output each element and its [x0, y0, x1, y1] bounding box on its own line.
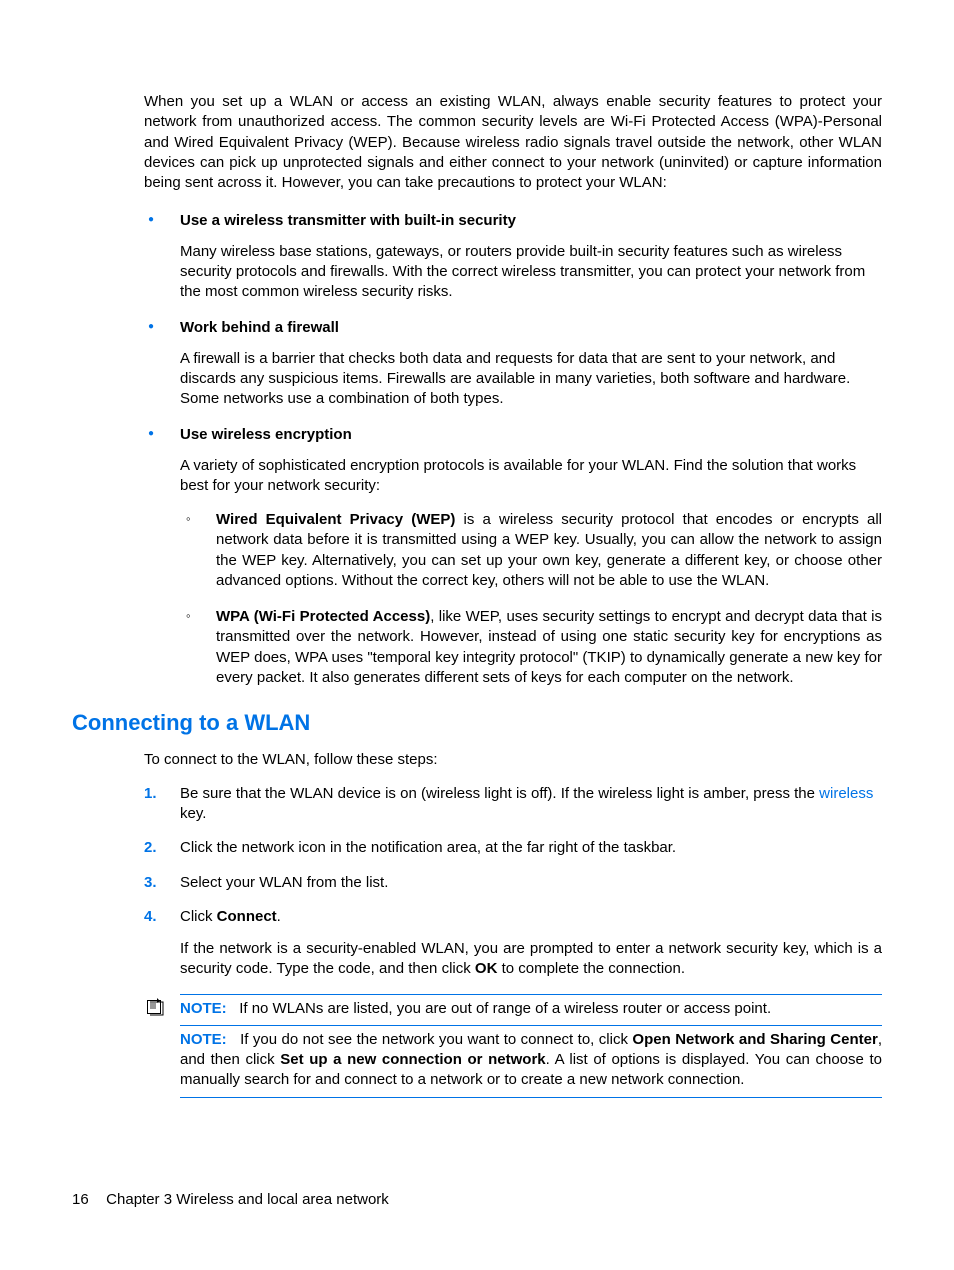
- subbullet-wpa: WPA (Wi-Fi Protected Access), like WEP, …: [180, 607, 882, 688]
- note-text: If no WLANs are listed, you are out of r…: [239, 1000, 771, 1017]
- connect-label: Connect: [217, 908, 277, 925]
- step-3: Select your WLAN from the list.: [144, 873, 882, 893]
- note-2: NOTE: If you do not see the network you …: [180, 1026, 882, 1098]
- encryption-sublist: Wired Equivalent Privacy (WEP) is a wire…: [180, 510, 882, 688]
- bullet-description: A variety of sophisticated encryption pr…: [180, 456, 882, 497]
- note-label: NOTE:: [180, 1031, 227, 1048]
- note-text: If you do not see the network you want t…: [240, 1031, 632, 1048]
- bullet-encryption: Use wireless encryption A variety of sop…: [144, 425, 882, 688]
- intro-paragraph: When you set up a WLAN or access an exis…: [144, 92, 882, 193]
- bullet-title: Work behind a firewall: [180, 318, 882, 338]
- section-heading-wrap: Connecting to a WLAN: [72, 708, 882, 738]
- content-area: When you set up a WLAN or access an exis…: [72, 92, 882, 1098]
- ok-label: OK: [475, 960, 498, 977]
- subbullet-term: WPA (Wi-Fi Protected Access): [216, 608, 430, 625]
- bullet-title: Use wireless encryption: [180, 425, 882, 445]
- subbullet-term: Wired Equivalent Privacy (WEP): [216, 511, 455, 528]
- step-text: Select your WLAN from the list.: [180, 874, 388, 891]
- notes-section: NOTE: If no WLANs are listed, you are ou…: [180, 994, 882, 1098]
- step-text: key.: [180, 805, 206, 822]
- page-number: 16: [72, 1190, 102, 1210]
- step-text: Be sure that the WLAN device is on (wire…: [180, 785, 819, 802]
- step-2: Click the network icon in the notificati…: [144, 838, 882, 858]
- step-4: Click Connect. If the network is a secur…: [144, 907, 882, 980]
- section-heading: Connecting to a WLAN: [72, 708, 882, 738]
- bullet-title: Use a wireless transmitter with built-in…: [180, 211, 882, 231]
- security-bullet-list: Use a wireless transmitter with built-in…: [144, 211, 882, 688]
- step-text: Click the network icon in the notificati…: [180, 839, 676, 856]
- document-page: When you set up a WLAN or access an exis…: [0, 0, 954, 1270]
- bullet-transmitter: Use a wireless transmitter with built-in…: [144, 211, 882, 302]
- step-followup: If the network is a security-enabled WLA…: [180, 939, 882, 980]
- note-1: NOTE: If no WLANs are listed, you are ou…: [180, 994, 882, 1026]
- section-intro: To connect to the WLAN, follow these ste…: [144, 750, 882, 770]
- chapter-title: Chapter 3 Wireless and local area networ…: [106, 1191, 389, 1208]
- wireless-link[interactable]: wireless: [819, 785, 873, 802]
- page-footer: 16 Chapter 3 Wireless and local area net…: [72, 1190, 389, 1210]
- subbullet-wep: Wired Equivalent Privacy (WEP) is a wire…: [180, 510, 882, 591]
- bullet-description: A firewall is a barrier that checks both…: [180, 349, 882, 410]
- note-label: NOTE:: [180, 1000, 227, 1017]
- open-network-label: Open Network and Sharing Center: [632, 1031, 877, 1048]
- note-icon: [146, 998, 164, 1016]
- step-1: Be sure that the WLAN device is on (wire…: [144, 784, 882, 825]
- followup-text: to complete the connection.: [497, 960, 685, 977]
- steps-list: Be sure that the WLAN device is on (wire…: [144, 784, 882, 980]
- step-text: .: [277, 908, 281, 925]
- step-text: Click: [180, 908, 217, 925]
- bullet-description: Many wireless base stations, gateways, o…: [180, 242, 882, 303]
- setup-connection-label: Set up a new connection or network: [280, 1051, 545, 1068]
- bullet-firewall: Work behind a firewall A firewall is a b…: [144, 318, 882, 409]
